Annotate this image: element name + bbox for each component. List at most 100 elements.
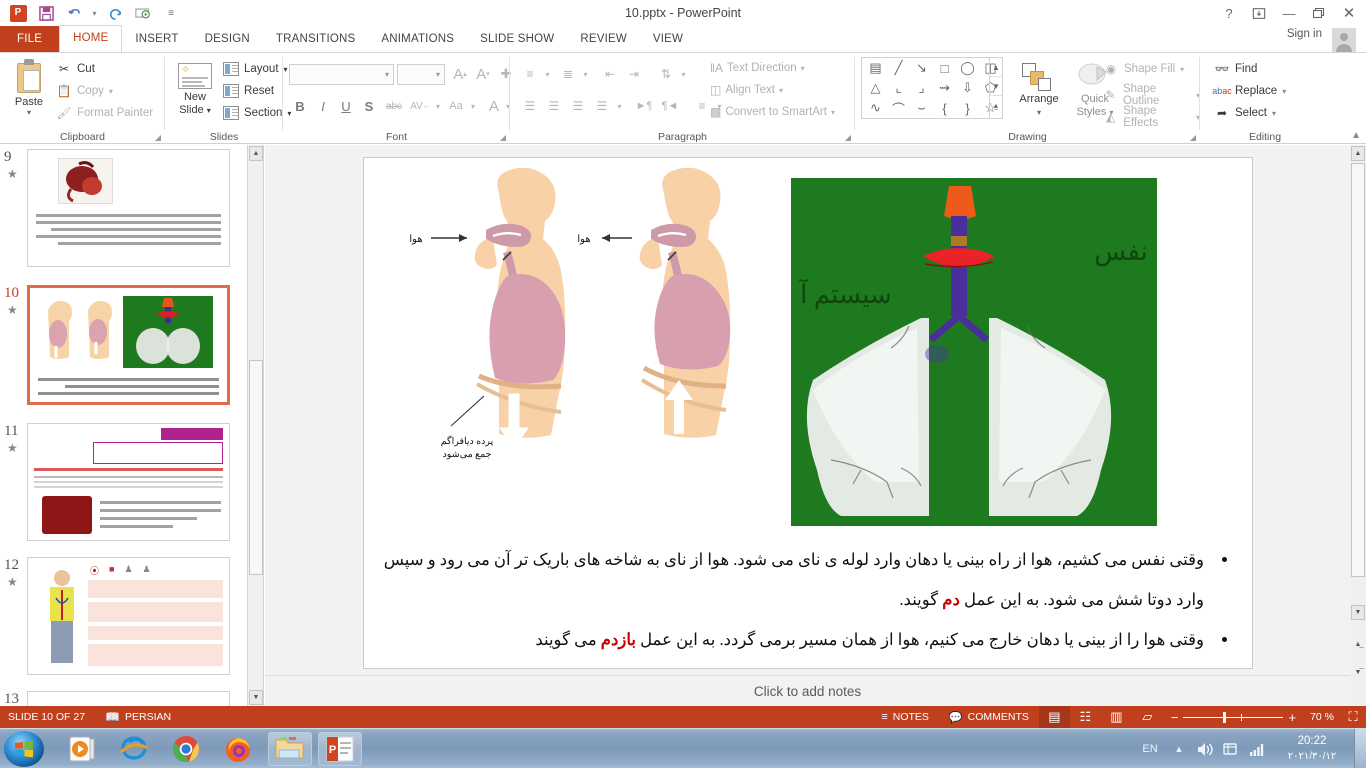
select-button[interactable]: ➦ Select ▾ (1214, 105, 1276, 121)
minimize-button[interactable]: — (1274, 1, 1304, 25)
thumbnail-preview[interactable]: ⦿ ■ ♟ ♟ (27, 557, 230, 675)
start-slideshow-icon[interactable] (130, 2, 156, 24)
layout-button[interactable]: Layout ▾ (223, 61, 288, 77)
find-button[interactable]: 👓 Find (1214, 61, 1258, 77)
slide-scroll-up-button[interactable]: ▲ (1351, 146, 1365, 161)
tab-review[interactable]: REVIEW (567, 26, 640, 52)
drawing-dialog-launcher[interactable]: ◢ (1190, 133, 1196, 142)
copy-button[interactable]: 📋 Copy ▾ (56, 83, 113, 99)
tab-transitions[interactable]: TRANSITIONS (263, 26, 369, 52)
save-icon[interactable] (33, 2, 59, 24)
triangle-shape-icon[interactable]: △ (864, 78, 887, 98)
justify-dropdown-icon[interactable]: ▾ (614, 95, 625, 117)
increase-indent-button[interactable]: ⇥ (622, 63, 646, 85)
thumbnail-scroll-down-button[interactable]: ▼ (249, 690, 263, 705)
thumbnail-scroll-up-button[interactable]: ▲ (249, 146, 263, 161)
shapes-more-icon[interactable]: ▴̲ (990, 96, 1002, 115)
slide-thumbnails-panel[interactable]: 9 ★ 10 ★ 11 ★ 12 ★ ⦿ ■ ♟ ♟ 13 (0, 145, 248, 706)
tab-home[interactable]: HOME (59, 25, 123, 52)
text-direction-button[interactable]: ‖A Text Direction ▾ (710, 61, 805, 75)
rectangle-shape-icon[interactable]: □ (933, 58, 956, 78)
paragraph-dialog-launcher[interactable]: ◢ (845, 133, 851, 142)
arrow-shape-icon[interactable]: ↘ (910, 58, 933, 78)
down-arrow-shape-icon[interactable]: ⇩ (956, 78, 979, 98)
thumbnail-item-13[interactable]: 13 (0, 691, 247, 706)
font-family-dropdown-icon[interactable]: ▾ (385, 70, 389, 79)
text-direction-dropdown-icon[interactable]: ▾ (801, 64, 805, 73)
replace-button[interactable]: ab ac Replace ▾ (1212, 83, 1286, 99)
shape-outline-button[interactable]: ✎ Shape Outline ▾ (1103, 83, 1200, 107)
input-language-indicator[interactable]: EN (1134, 729, 1166, 768)
convert-to-smartart-button[interactable]: ▩ Convert to SmartArt ▾ (710, 105, 835, 119)
shapes-gallery[interactable]: ▤ ╱ ↘ □ ◯ ◫ △ ⌞ ⌟ ⇝ ⇩ ⬠ ∿ ⌒ ⌣ {} ☆ ▲ ▼ … (861, 57, 1003, 119)
thumbnail-panel-scrollbar[interactable]: ▲ ▼ (248, 145, 264, 706)
cut-button[interactable]: ✂ Cut (56, 61, 95, 77)
elbow-connector-shape-icon[interactable]: ⌞ (887, 78, 910, 98)
new-slide-button[interactable]: ✧ New Slide ▾ (171, 63, 219, 117)
redo-icon[interactable] (102, 2, 128, 24)
zoom-in-button[interactable]: + (1288, 710, 1296, 725)
current-slide[interactable]: هوا پرده دیافراگم جمع می‌شود (363, 157, 1253, 669)
breathing-diagram-image[interactable]: هوا پرده دیافراگم جمع می‌شود (389, 167, 809, 498)
curve-shape-icon[interactable]: ⌒ (887, 98, 910, 118)
avatar[interactable] (1330, 26, 1358, 52)
normal-view-button[interactable]: ▤ (1038, 706, 1070, 728)
scribble-shape-icon[interactable]: ∿ (864, 98, 887, 118)
shapes-scroll-up-icon[interactable]: ▲ (990, 58, 1002, 77)
slide-counter[interactable]: SLIDE 10 OF 27 (0, 706, 95, 728)
thumbnail-preview[interactable] (27, 423, 230, 541)
firefox-icon[interactable] (216, 732, 260, 766)
slide-editing-area[interactable]: هوا پرده دیافراگم جمع می‌شود (265, 145, 1350, 675)
change-case-button[interactable]: Aa (444, 95, 468, 117)
help-icon[interactable]: ? (1214, 1, 1244, 25)
font-size-combobox[interactable]: ▾ (397, 64, 445, 85)
line-spacing-dropdown-icon[interactable]: ▾ (678, 63, 689, 85)
tab-design[interactable]: DESIGN (192, 26, 263, 52)
action-center-flag-icon[interactable] (1218, 729, 1244, 768)
google-chrome-icon[interactable] (164, 732, 208, 766)
font-family-combobox[interactable]: ▾ (289, 64, 394, 85)
start-button[interactable] (4, 731, 44, 767)
undo-icon[interactable] (61, 2, 87, 24)
shape-fill-button[interactable]: ◉ Shape Fill ▾ (1103, 61, 1184, 77)
thumbnail-item-10[interactable]: 10 ★ (0, 285, 247, 415)
close-button[interactable]: ✕ (1334, 1, 1364, 25)
slide-area-scrollbar[interactable]: ▲ ▼ ▲̲ ▼̅ (1350, 145, 1366, 706)
format-painter-button[interactable]: 🖌 Format Painter (56, 105, 153, 121)
sign-in-link[interactable]: Sign in (1287, 28, 1322, 40)
tab-insert[interactable]: INSERT (122, 26, 191, 52)
slide-sorter-view-button[interactable]: ☷ (1070, 706, 1101, 728)
undo-dropdown-icon[interactable]: ▾ (89, 2, 100, 24)
font-size-dropdown-icon[interactable]: ▾ (436, 70, 440, 79)
font-color-button[interactable]: A (485, 95, 503, 117)
character-spacing-button[interactable]: AV ↔ (407, 95, 433, 117)
slide-scroll-down-button[interactable]: ▼ (1351, 605, 1365, 620)
arc-shape-icon[interactable]: ⌣ (910, 98, 933, 118)
replace-dropdown-icon[interactable]: ▾ (1282, 87, 1286, 96)
align-left-button[interactable]: ☰ (518, 95, 542, 117)
slide-body-text[interactable]: وقتی نفس می کشیم، هوا از راه بینی یا دها… (374, 540, 1244, 660)
italic-button[interactable]: I (312, 95, 334, 117)
thumbnail-item-11[interactable]: 11 ★ (0, 423, 247, 553)
bullets-dropdown-icon[interactable]: ▾ (542, 63, 553, 85)
change-case-dropdown-icon[interactable]: ▾ (468, 95, 478, 117)
customize-quick-access-icon[interactable]: ≡ (158, 2, 184, 24)
powerpoint-logo-icon[interactable]: P (5, 2, 31, 24)
text-shadow-button[interactable]: S (358, 95, 380, 117)
numbering-dropdown-icon[interactable]: ▾ (580, 63, 591, 85)
thumbnail-preview[interactable] (27, 691, 230, 706)
paste-dropdown-icon[interactable]: ▾ (6, 108, 52, 117)
character-spacing-dropdown-icon[interactable]: ▾ (433, 95, 443, 117)
tab-file[interactable]: FILE (0, 26, 60, 52)
right-brace-shape-icon[interactable]: } (956, 98, 979, 118)
select-dropdown-icon[interactable]: ▾ (1272, 109, 1276, 118)
fit-slide-to-window-button[interactable]: ⛶ (1340, 706, 1366, 728)
bullets-button[interactable]: ≡ (518, 63, 542, 85)
oval-shape-icon[interactable]: ◯ (956, 58, 979, 78)
align-text-button[interactable]: ◫ Align Text ▾ (710, 83, 783, 97)
notes-button[interactable]: ≡ NOTES (871, 706, 939, 728)
align-text-dropdown-icon[interactable]: ▾ (779, 86, 783, 95)
thumbnail-scrollbar-thumb[interactable] (249, 360, 263, 575)
ltr-direction-button[interactable]: ►¶ (632, 95, 656, 117)
smartart-dropdown-icon[interactable]: ▾ (831, 108, 835, 117)
